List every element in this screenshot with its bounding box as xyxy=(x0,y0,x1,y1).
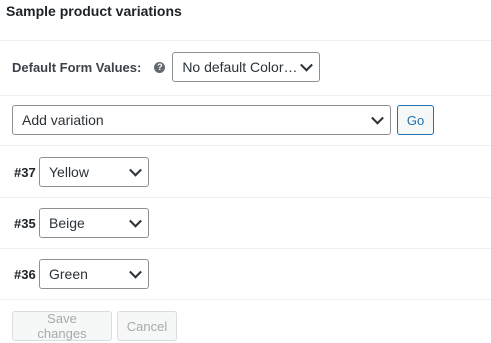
add-variation-row: Add variation Go xyxy=(12,105,434,135)
chevron-down-icon xyxy=(371,111,384,125)
variation-id: #36 xyxy=(14,266,36,282)
divider xyxy=(0,197,491,198)
default-color-select[interactable]: No default Color… xyxy=(172,52,321,82)
variation-color-select[interactable]: Green xyxy=(39,259,149,289)
divider xyxy=(0,299,491,300)
variation-color-value: Beige xyxy=(49,215,85,231)
default-form-values-label: Default Form Values: xyxy=(12,59,142,75)
default-color-select-value: No default Color… xyxy=(182,59,298,75)
divider xyxy=(0,248,491,249)
divider xyxy=(0,40,491,41)
variation-color-select[interactable]: Yellow xyxy=(39,157,149,187)
add-variation-select-value: Add variation xyxy=(22,112,104,128)
chevron-down-icon xyxy=(129,265,142,279)
default-form-values-row: Default Form Values: ? No default Color… xyxy=(12,52,321,82)
variation-id: #37 xyxy=(14,164,36,180)
panel-title: Sample product variations xyxy=(6,3,182,19)
variation-row: #37 Yellow xyxy=(14,157,149,187)
divider xyxy=(0,95,491,96)
help-icon[interactable]: ? xyxy=(154,61,166,73)
divider xyxy=(0,145,491,146)
footer-actions: Save changes Cancel xyxy=(12,311,177,341)
chevron-down-icon xyxy=(300,58,314,72)
variation-row: #35 Beige xyxy=(14,208,149,238)
go-button[interactable]: Go xyxy=(397,105,434,135)
cancel-button[interactable]: Cancel xyxy=(117,311,177,341)
variation-id: #35 xyxy=(14,215,36,231)
save-changes-button[interactable]: Save changes xyxy=(12,311,112,341)
variation-color-value: Green xyxy=(49,266,88,282)
chevron-down-icon xyxy=(129,214,142,228)
variation-color-select[interactable]: Beige xyxy=(39,208,149,238)
variation-row: #36 Green xyxy=(14,259,149,289)
chevron-down-icon xyxy=(129,163,142,177)
add-variation-select[interactable]: Add variation xyxy=(12,105,391,135)
variation-color-value: Yellow xyxy=(49,164,89,180)
